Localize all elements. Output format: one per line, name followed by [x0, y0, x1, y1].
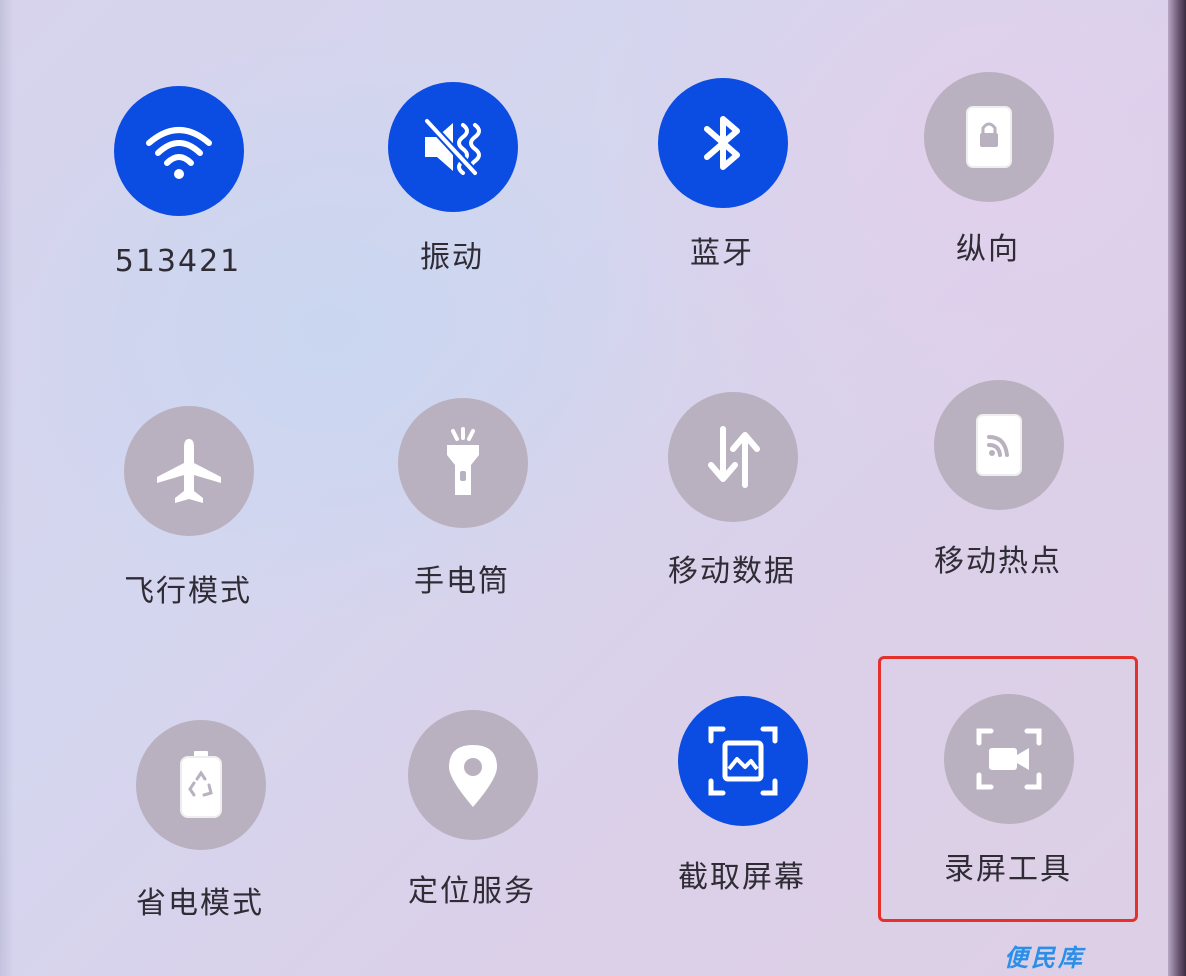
tile-wifi[interactable]: 513421	[58, 86, 298, 326]
battery-saver-icon	[180, 751, 222, 818]
bluetooth-toggle-button[interactable]	[658, 78, 788, 208]
flashlight-icon	[447, 427, 479, 495]
location-pin-icon	[449, 745, 497, 807]
tile-hotspot[interactable]: 移动热点	[878, 380, 1118, 620]
flashlight-toggle-button[interactable]	[398, 398, 528, 528]
tile-label-screenshot: 截取屏幕	[678, 860, 806, 895]
tile-label-location: 定位服务	[408, 874, 536, 909]
vibrate-icon	[424, 118, 481, 176]
tile-label-portrait-lock: 纵向	[956, 232, 1020, 267]
tile-label-battery-saver: 省电模式	[136, 886, 264, 921]
tile-label-vibrate: 振动	[420, 240, 484, 275]
mobile-data-toggle-button[interactable]	[668, 392, 798, 522]
wifi-toggle-button[interactable]	[114, 86, 244, 216]
tile-bluetooth[interactable]: 蓝牙	[602, 78, 842, 318]
panel-shade	[0, 0, 14, 976]
tile-battery-saver[interactable]: 省电模式	[80, 720, 320, 960]
tile-flashlight[interactable]: 手电筒	[342, 398, 582, 638]
mobile-data-icon	[708, 426, 760, 488]
location-toggle-button[interactable]	[408, 710, 538, 840]
tile-label-mobile-data: 移动数据	[668, 554, 796, 589]
airplane-toggle-button[interactable]	[124, 406, 254, 536]
wifi-icon	[146, 127, 212, 179]
tile-airplane[interactable]: 飞行模式	[68, 406, 308, 646]
tile-vibrate[interactable]: 振动	[332, 82, 572, 322]
bluetooth-icon	[704, 116, 740, 170]
tile-mobile-data[interactable]: 移动数据	[612, 392, 852, 632]
device-edge	[1168, 0, 1186, 976]
airplane-icon	[157, 439, 221, 503]
portrait-lock-icon	[966, 106, 1012, 168]
hotspot-icon	[976, 414, 1022, 476]
screenshot-toggle-button[interactable]	[678, 696, 808, 826]
battery-saver-toggle-button[interactable]	[136, 720, 266, 850]
tile-label-wifi: 513421	[114, 244, 242, 279]
tile-location[interactable]: 定位服务	[352, 710, 592, 950]
watermark-text: 便民库	[1004, 944, 1085, 972]
vibrate-toggle-button[interactable]	[388, 82, 518, 212]
tile-label-bluetooth: 蓝牙	[690, 236, 754, 271]
screenshot-icon	[708, 726, 778, 796]
highlight-box-screen-record	[878, 656, 1138, 922]
tile-label-hotspot: 移动热点	[934, 544, 1062, 579]
tile-label-flashlight: 手电筒	[414, 564, 510, 599]
tile-label-airplane: 飞行模式	[124, 574, 252, 609]
hotspot-toggle-button[interactable]	[934, 380, 1064, 510]
portrait-lock-toggle-button[interactable]	[924, 72, 1054, 202]
tile-portrait-lock[interactable]: 纵向	[868, 72, 1108, 312]
tile-screenshot[interactable]: 截取屏幕	[622, 696, 862, 936]
